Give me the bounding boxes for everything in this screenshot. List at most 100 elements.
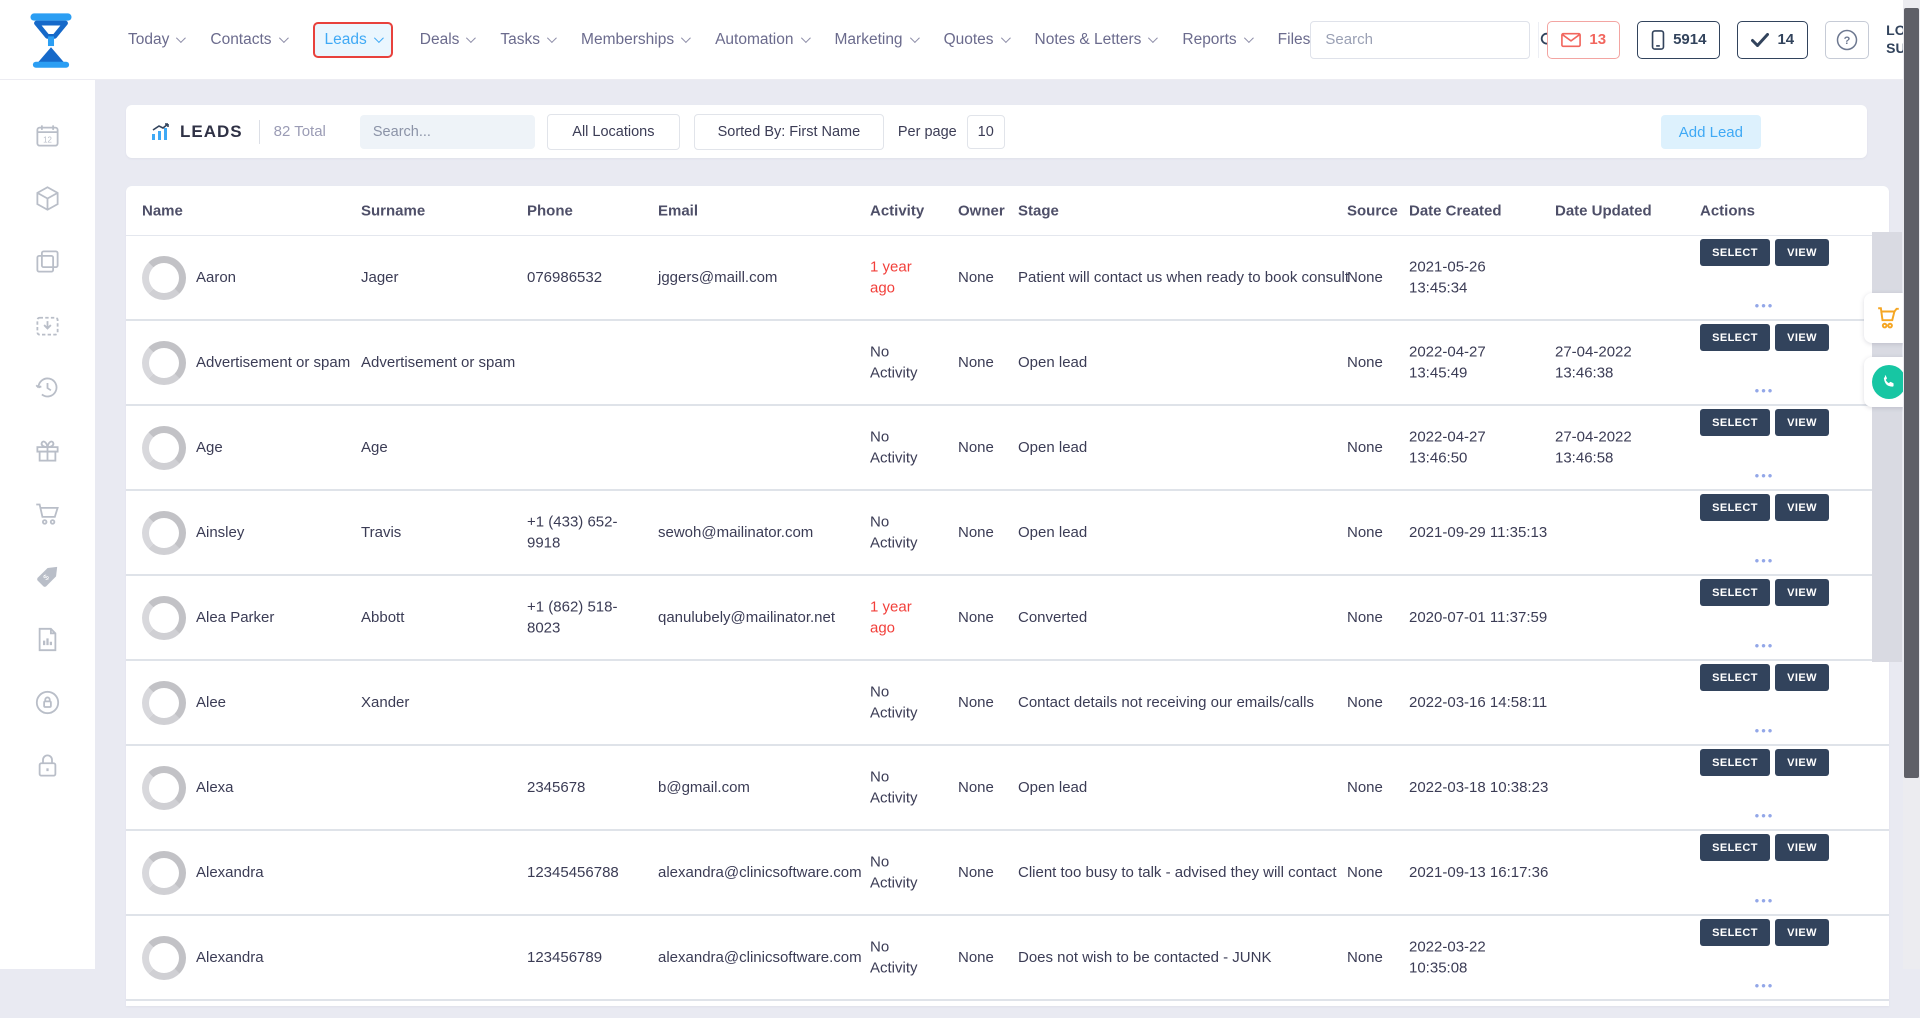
nav-automation[interactable]: Automation [715,31,807,49]
lead-source: None [1347,862,1405,884]
top-bar: Today Contacts Leads Deals Tasks Members… [0,0,1920,80]
more-actions-button[interactable]: ••• [1700,977,1829,996]
tasks-badge[interactable]: 14 [1737,21,1808,59]
booking-calendar-icon[interactable] [34,311,61,338]
nav-tasks[interactable]: Tasks [500,31,554,49]
location-filter[interactable]: All Locations [547,114,680,150]
lead-name: Alee [196,692,356,714]
lead-email: alexandra@clinicsoftware.com [658,947,868,969]
sort-filter[interactable]: Sorted By: First Name [694,114,884,150]
action-buttons: SELECT VIEW [1700,919,1880,946]
action-buttons: SELECT VIEW [1700,409,1880,436]
nav-label: Memberships [581,31,674,49]
nav-memberships[interactable]: Memberships [581,31,688,49]
global-search-input[interactable] [1311,31,1538,48]
avatar [142,596,186,640]
report-icon[interactable] [34,626,61,653]
view-button[interactable]: VIEW [1775,919,1829,946]
lead-email: sewoh@mailinator.com [658,522,868,544]
nav-marketing[interactable]: Marketing [835,31,917,49]
nav-deals[interactable]: Deals [420,31,474,49]
calls-count: 5914 [1673,31,1706,48]
view-button[interactable]: VIEW [1775,409,1829,436]
lead-owner: None [958,267,1016,289]
view-button[interactable]: VIEW [1775,494,1829,521]
lead-owner: None [958,862,1016,884]
account-lock-icon[interactable] [34,689,61,716]
calls-badge[interactable]: 5914 [1637,21,1720,59]
scrollbar-thumb[interactable] [1904,8,1919,778]
lead-phone: 076986532 [527,267,637,289]
lead-name: Age [196,437,356,459]
global-search [1310,21,1530,59]
col-surname: Surname [361,202,521,219]
lead-source: None [1347,777,1405,799]
per-page-label: Per page [898,124,957,140]
select-button[interactable]: SELECT [1700,494,1770,521]
nav-reports[interactable]: Reports [1182,31,1250,49]
lead-row: Advertisement or spam Advertisement or s… [126,321,1889,406]
package-icon[interactable] [34,185,61,212]
nav-files[interactable]: Files [1278,31,1311,49]
per-page-select[interactable]: 10 [967,115,1005,149]
history-icon[interactable] [34,374,61,401]
nav-label: Files [1278,31,1311,49]
nav-notes-letters[interactable]: Notes & Letters [1035,31,1156,49]
sort-filter-value: Sorted By: First Name [718,124,861,140]
avatar [142,426,186,470]
lead-stage: Open lead [1018,352,1353,374]
lead-surname: Abbott [361,607,521,629]
select-button[interactable]: SELECT [1700,834,1770,861]
nav-today[interactable]: Today [128,31,183,49]
calendar-icon[interactable]: 12 [34,122,61,149]
nav-quotes[interactable]: Quotes [944,31,1008,49]
chevron-down-icon [466,33,476,43]
lead-stage: Converted [1018,607,1353,629]
clinic-logo-icon[interactable] [22,11,80,69]
lock-icon[interactable] [34,752,61,779]
nav-contacts[interactable]: Contacts [210,31,285,49]
lead-date-updated: 27-04-2022 13:46:58 [1555,426,1691,470]
view-button[interactable]: VIEW [1775,239,1829,266]
select-button[interactable]: SELECT [1700,409,1770,436]
lead-name: Alea Parker [196,607,356,629]
select-button[interactable]: SELECT [1700,919,1770,946]
leads-search-input[interactable] [360,124,573,140]
lead-owner: None [958,437,1016,459]
avatar [142,681,186,725]
nav-leads[interactable]: Leads [313,22,393,58]
avatar [142,936,186,980]
view-button[interactable]: VIEW [1775,579,1829,606]
lead-surname: Jager [361,267,521,289]
lead-stage: Open lead [1018,522,1353,544]
view-button[interactable]: VIEW [1775,664,1829,691]
select-button[interactable]: SELECT [1700,579,1770,606]
select-button[interactable]: SELECT [1700,664,1770,691]
gift-icon[interactable] [34,437,61,464]
lead-email: jggers@maill.com [658,267,868,289]
col-email: Email [658,202,868,219]
view-button[interactable]: VIEW [1775,324,1829,351]
lead-stage: Patient will contact us when ready to bo… [1018,267,1353,289]
view-button[interactable]: VIEW [1775,834,1829,861]
per-page-value: 10 [978,124,994,140]
lead-phone: 12345456788 [527,862,637,884]
scrollbar-track[interactable] [1903,0,1920,969]
lead-source: None [1347,607,1405,629]
select-button[interactable]: SELECT [1700,749,1770,776]
copy-icon[interactable] [34,248,61,275]
nav-label: Notes & Letters [1035,31,1142,49]
select-button[interactable]: SELECT [1700,239,1770,266]
chevron-down-icon [547,33,557,43]
price-tag-icon[interactable]: $ [34,563,61,590]
help-button[interactable]: ? [1825,21,1869,59]
messages-badge[interactable]: 13 [1547,21,1620,59]
lead-date-created: 2022-03-22 10:35:08 [1409,936,1555,980]
view-button[interactable]: VIEW [1775,749,1829,776]
lead-email: alexandra@clinicsoftware.com [658,862,868,884]
add-lead-button[interactable]: Add Lead [1661,115,1761,149]
lead-source: None [1347,947,1405,969]
left-sidebar: 12 $ [0,80,95,969]
cart-icon[interactable] [34,500,61,527]
select-button[interactable]: SELECT [1700,324,1770,351]
